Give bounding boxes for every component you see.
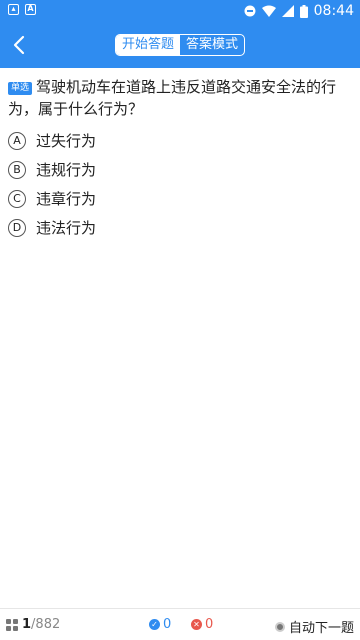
top-app-bar: 开始答题 答案模式 [0,22,360,68]
option-letter: B [8,160,26,179]
tab-start-answering[interactable]: 开始答题 [116,35,180,55]
option-letter: C [8,189,26,208]
correct-counter: ✓ 0 [149,617,171,632]
dnd-icon [244,5,256,17]
question-text: 驾驶机动车在道路上违反道路交通安全法的行为，属于什么行为？ [8,78,337,118]
battery-icon [299,4,308,18]
option-letter: A [8,131,26,150]
bottom-bar: 1/882 ✓ 0 ✕ 0 自动下一题 [0,608,360,640]
option-d[interactable]: D 违法行为 [8,213,96,242]
question-type-badge: 单选 [8,82,33,95]
app-notification-icon: A [25,4,36,15]
tab-answer-mode[interactable]: 答案模式 [180,35,244,55]
current-question-number: 1 [22,617,32,632]
status-bar: ▴ A 08:44 [0,0,360,22]
option-b[interactable]: B 违规行为 [8,155,96,184]
image-notification-icon: ▴ [8,4,19,15]
option-label: 过失行为 [36,132,97,150]
correct-count: 0 [163,617,172,632]
option-label: 违规行为 [36,161,97,179]
status-time: 08:44 [313,3,354,19]
signal-icon [281,5,294,17]
chevron-left-icon [13,35,25,55]
grid-icon [6,618,18,631]
auto-next-toggle[interactable]: 自动下一题 [274,617,354,636]
radio-icon [274,621,285,632]
option-a[interactable]: A 过失行为 [8,126,96,155]
option-letter: D [8,218,26,237]
wrong-count: 0 [205,617,214,632]
option-c[interactable]: C 违章行为 [8,184,96,213]
auto-next-label: 自动下一题 [288,621,354,636]
option-label: 违章行为 [36,190,97,208]
question-progress[interactable]: 1/882 [6,617,60,632]
option-label: 违法行为 [36,219,97,237]
wifi-icon [261,5,276,17]
x-circle-icon: ✕ [191,619,202,630]
mode-toggle: 开始答题 答案模式 [115,34,245,56]
total-questions: /882 [31,617,61,632]
check-circle-icon: ✓ [149,619,160,630]
wrong-counter: ✕ 0 [191,617,213,632]
options-list: A 过失行为 B 违规行为 C 违章行为 D 违法行为 [8,126,96,242]
back-button[interactable] [10,34,30,56]
question-text-block: 单选 驾驶机动车在道路上违反道路交通安全法的行为，属于什么行为？ [8,76,354,120]
